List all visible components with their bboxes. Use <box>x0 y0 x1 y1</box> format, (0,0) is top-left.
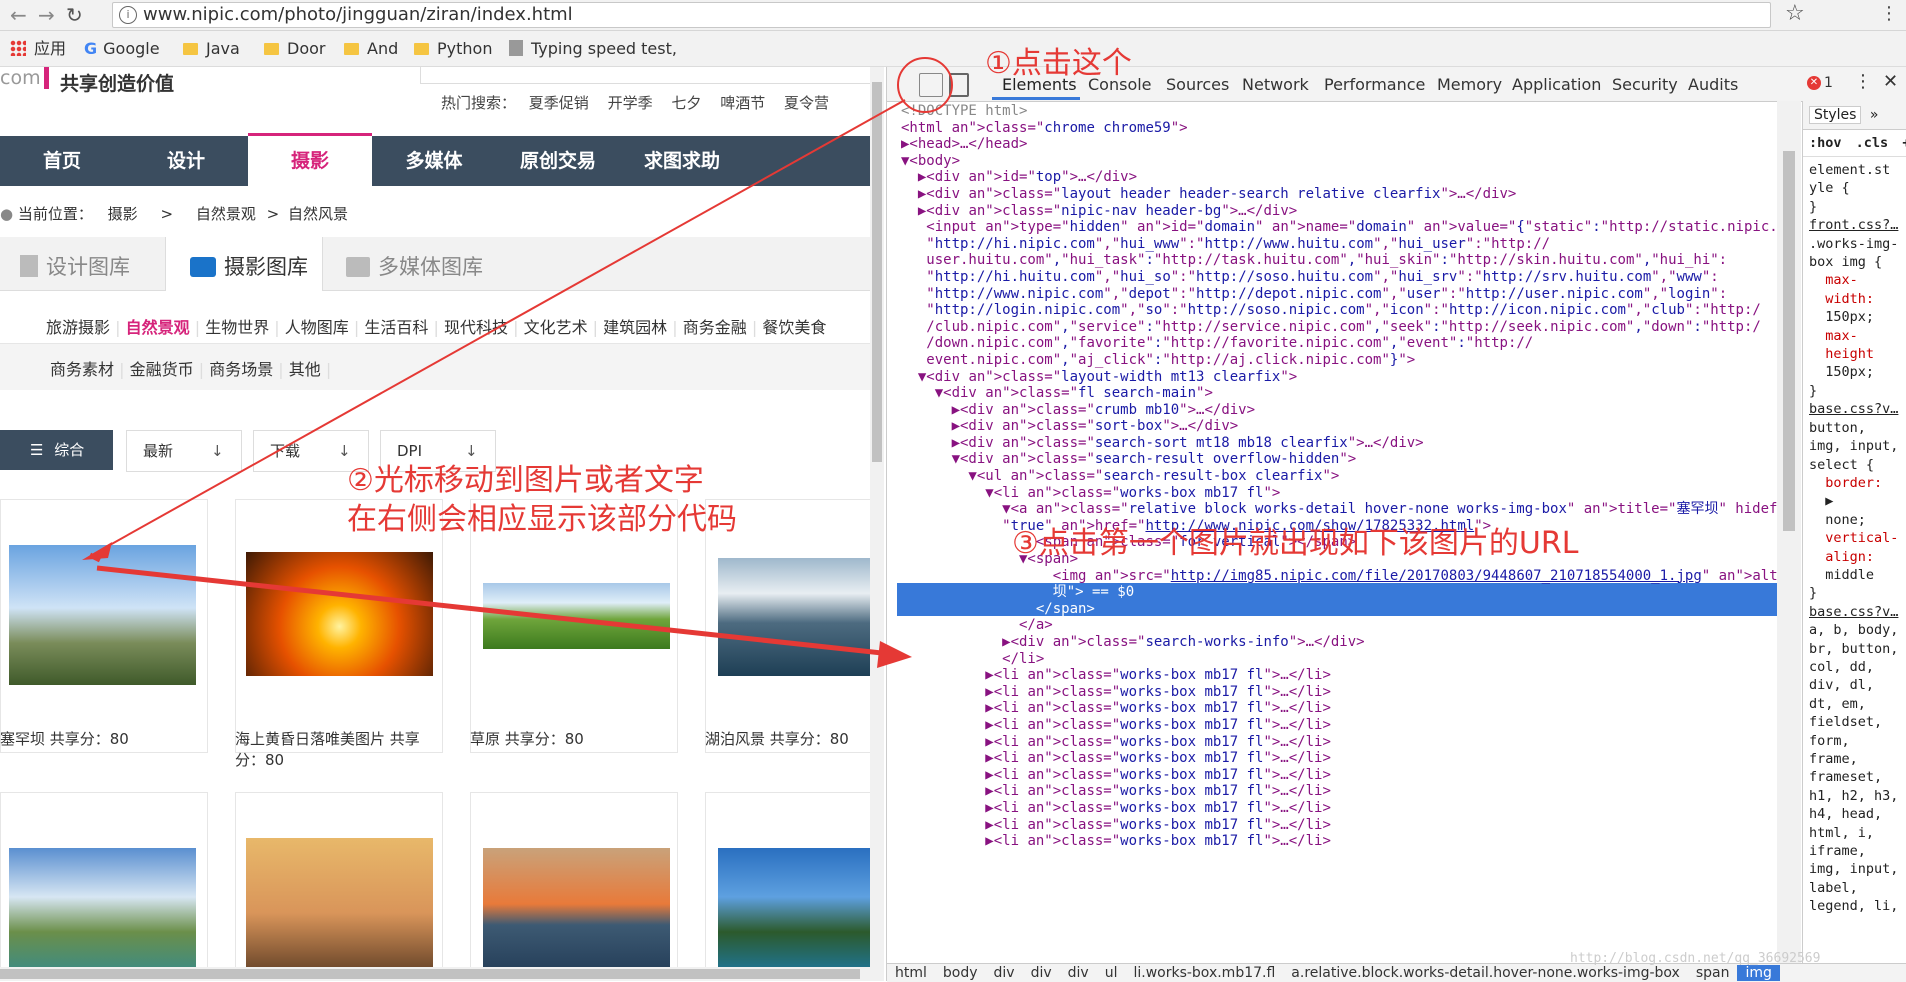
arrow-line <box>96 565 901 658</box>
arrow-head <box>877 641 912 668</box>
annotation-step1: ①点击这个 <box>985 46 1132 81</box>
annotation-step2b: 在右侧会相应显示该部分代码 <box>347 502 737 537</box>
highlight-circle <box>897 57 953 113</box>
annotation-step2a: ②光标移动到图片或者文字 <box>347 463 704 498</box>
annotation-step3: ③点击第一个图片就出现如下该图片的URL <box>1012 526 1579 561</box>
arrow-head <box>82 542 112 560</box>
watermark: http://blog.csdn.net/qq_36692569 <box>1570 951 1821 966</box>
annotation-overlay <box>82 57 953 668</box>
